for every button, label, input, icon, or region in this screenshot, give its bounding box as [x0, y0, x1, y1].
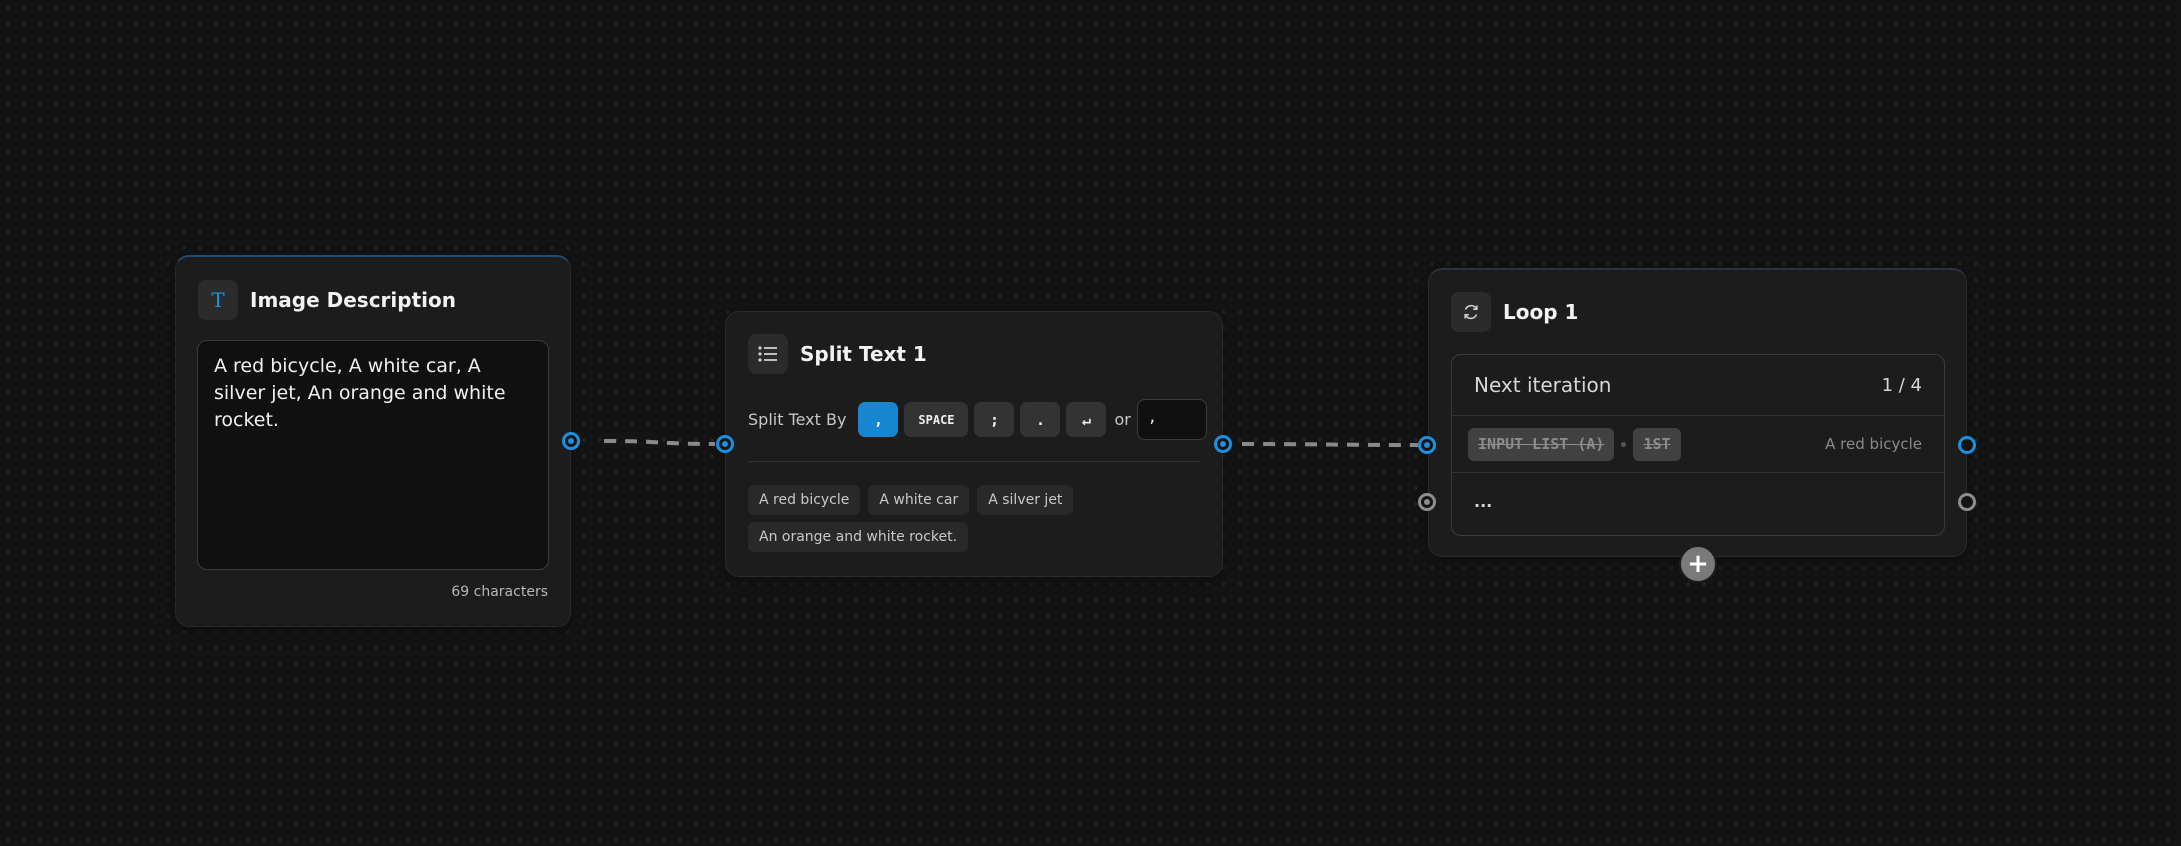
index-tag: 1ST	[1633, 427, 1681, 461]
delimiter-semicolon-button[interactable]: ;	[974, 402, 1015, 437]
output-port-split-text[interactable]	[1214, 435, 1232, 453]
split-result-list: A red bicycle A white car A silver jet A…	[748, 485, 1188, 559]
node-header: T Image Description	[198, 280, 456, 320]
ellipsis-label: ...	[1474, 491, 1493, 511]
node-title: Split Text 1	[800, 342, 927, 366]
output-port-loop-item[interactable]	[1958, 436, 1976, 454]
edge-split-to-loop	[1241, 442, 1419, 447]
or-label: or	[1114, 410, 1131, 429]
split-item-chip: A white car	[868, 485, 970, 515]
list-icon	[748, 334, 788, 374]
split-text-node[interactable]: Split Text 1 Split Text By , SPACE ; . ↵…	[725, 311, 1223, 577]
loop-iteration-panel: Next iteration 1 / 4 INPUT LIST (A) 1ST …	[1451, 354, 1945, 536]
input-port-split-text[interactable]	[716, 435, 734, 453]
node-header: Loop 1	[1451, 292, 1578, 332]
delimiter-newline-button[interactable]: ↵	[1066, 402, 1107, 437]
delimiter-comma-button[interactable]: ,	[858, 402, 899, 437]
node-title: Loop 1	[1503, 300, 1579, 324]
next-iteration-label: Next iteration	[1474, 373, 1612, 397]
delimiter-period-button[interactable]: .	[1020, 402, 1061, 437]
node-title: Image Description	[250, 288, 456, 312]
next-iteration-row[interactable]: Next iteration 1 / 4	[1452, 355, 1944, 416]
output-port-image-description[interactable]	[562, 432, 580, 450]
divider	[748, 461, 1200, 462]
input-port-loop-secondary[interactable]	[1418, 493, 1436, 511]
image-description-node[interactable]: T Image Description A red bicycle, A whi…	[175, 255, 571, 627]
add-output-button[interactable]: +	[1679, 545, 1717, 583]
node-header: Split Text 1	[748, 334, 927, 374]
split-item-chip: An orange and white rocket.	[748, 522, 969, 552]
more-items-row: ...	[1452, 473, 1944, 529]
split-by-label: Split Text By	[748, 410, 847, 429]
input-port-loop-list[interactable]	[1418, 436, 1436, 454]
text-type-icon: T	[198, 280, 238, 320]
custom-delimiter-input[interactable]: ,	[1136, 399, 1207, 440]
plus-icon: +	[1687, 549, 1709, 579]
input-list-tag: INPUT LIST (A)	[1468, 427, 1615, 461]
split-item-chip: A silver jet	[977, 485, 1074, 515]
loop-icon	[1451, 292, 1491, 332]
separator-dot	[1621, 441, 1627, 447]
loop-node[interactable]: Loop 1 Next iteration 1 / 4 INPUT LIST (…	[1428, 268, 1967, 557]
current-item-value: A red bicycle	[1825, 435, 1922, 453]
character-count: 69 characters	[451, 584, 548, 600]
iteration-counter: 1 / 4	[1881, 374, 1922, 396]
output-port-loop-secondary[interactable]	[1958, 493, 1976, 511]
split-item-chip: A red bicycle	[748, 485, 861, 515]
delimiter-space-button[interactable]: SPACE	[904, 402, 969, 437]
loop-item-row: INPUT LIST (A) 1ST A red bicycle	[1452, 416, 1944, 473]
split-delimiter-row: Split Text By , SPACE ; . ↵ or ,	[748, 399, 1207, 440]
edge-description-to-split	[603, 439, 716, 446]
description-textarea[interactable]: A red bicycle, A white car, A silver jet…	[197, 340, 549, 570]
